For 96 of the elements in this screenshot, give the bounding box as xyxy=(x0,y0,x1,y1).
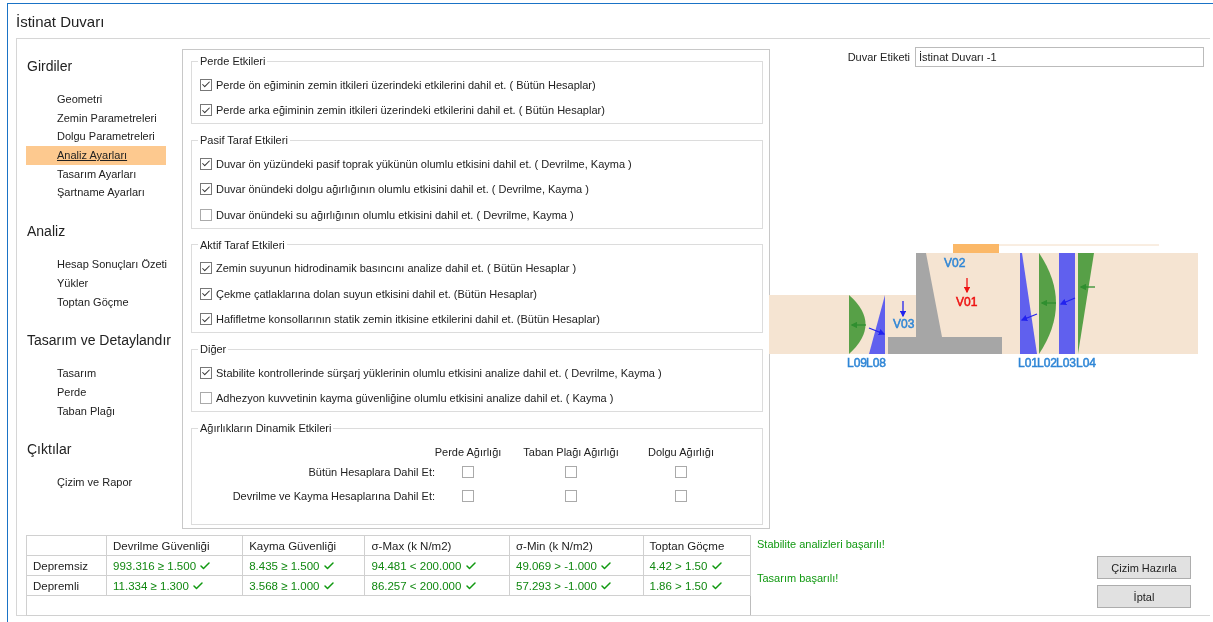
checkbox[interactable] xyxy=(675,490,687,502)
sidebar-item[interactable]: Hesap Sonuçları Özeti xyxy=(26,255,166,274)
checkbox[interactable] xyxy=(200,183,212,196)
load-arrow xyxy=(963,277,971,294)
wall-label-field[interactable]: İstinat Duvarı -1 xyxy=(915,47,1204,67)
load-label: L03 xyxy=(1056,356,1077,370)
group-legend: Perde Etkileri xyxy=(198,55,268,67)
load-label: L02 xyxy=(1037,356,1058,370)
result-value: 11.334 ≥ 1.300 xyxy=(113,579,189,592)
checkbox[interactable] xyxy=(200,366,212,379)
load-arrow xyxy=(899,300,907,318)
sidebar-heading: Tasarım ve Detaylandır xyxy=(26,332,172,349)
column-header: Perde Ağırlığı xyxy=(434,446,502,458)
load-label: L04 xyxy=(1076,356,1097,370)
sidebar-item[interactable]: Perde xyxy=(26,382,166,402)
sidebar-item[interactable]: Tasarım xyxy=(26,364,166,383)
sidebar-item[interactable]: Tasarım Ayarları xyxy=(26,164,166,184)
checkbox-label: Çekme çatlaklarına dolan suyun etkisini dahil et. (Bütün Hesaplar) xyxy=(216,287,537,300)
checkbox[interactable] xyxy=(675,466,687,478)
checkbox-label: Zemin suyunun hidrodinamik basıncını analize dahil et. ( Bütün Hesaplar ) xyxy=(216,262,577,275)
status-message: Tasarım başarılı! xyxy=(757,572,840,584)
load-label: L01 xyxy=(1018,356,1039,370)
sidebar-item[interactable]: Toptan Göçme xyxy=(26,292,166,312)
dialog-button[interactable]: İptal xyxy=(1097,585,1191,608)
window-title: İstinat Duvarı xyxy=(15,12,106,32)
checkbox[interactable] xyxy=(200,78,212,91)
column-header: Toptan Göçme xyxy=(643,535,751,556)
pressure-diagram xyxy=(849,295,866,354)
checkbox-label: Perde arka eğiminin zemin itkileri üzerindeki etkilerini dahil et. ( Bütün Hesaplar) xyxy=(216,104,605,117)
result-value: 94.481 < 200.000 xyxy=(371,559,462,572)
checkbox[interactable] xyxy=(462,466,474,478)
group-legend: Ağırlıkların Dinamik Etkileri xyxy=(198,422,334,434)
row-label: Bütün Hesaplara Dahil Et: xyxy=(307,466,436,478)
surcharge-load xyxy=(953,244,999,253)
checkbox-label: Duvar önündeki dolgu ağırlığının olumlu etkisini dahil et. ( Devrilme, Kayma ) xyxy=(216,183,589,196)
result-value: 4.42 > 1.50 xyxy=(649,559,708,572)
status-message: Stabilite analizleri başarılı! xyxy=(757,538,886,550)
checkbox[interactable] xyxy=(200,262,212,275)
load-arrow xyxy=(1059,297,1076,305)
load-label: V01 xyxy=(956,295,978,309)
sidebar-item[interactable]: Çizim ve Rapor xyxy=(26,473,166,492)
row-label: Devrilme ve Kayma Hesaplarına Dahil Et: xyxy=(231,490,436,502)
load-label: L08 xyxy=(866,356,887,370)
field-label: Duvar Etiketi xyxy=(847,51,910,63)
sidebar-item[interactable]: Geometri xyxy=(26,90,166,109)
checkbox-label: Duvar ön yüzündeki pasif toprak yükünün olumlu etkisini dahil et. ( Devrilme, Kayma ) xyxy=(216,157,632,170)
checkbox[interactable] xyxy=(200,157,212,170)
result-value: 8.435 ≥ 1.500 xyxy=(249,559,320,572)
checkbox[interactable] xyxy=(200,104,212,117)
sidebar-heading: Çıktılar xyxy=(26,441,73,458)
sidebar-item[interactable]: Analiz Ayarları xyxy=(26,146,166,165)
result-value: 3.568 ≥ 1.000 xyxy=(249,579,320,592)
pressure-diagram xyxy=(869,295,885,354)
checkbox[interactable] xyxy=(462,490,474,502)
checkbox[interactable] xyxy=(565,490,577,502)
sidebar-item[interactable]: Şartname Ayarları xyxy=(26,183,166,203)
load-arrow xyxy=(1040,299,1057,307)
group-legend: Aktif Taraf Etkileri xyxy=(198,238,287,251)
result-value: 86.257 < 200.000 xyxy=(371,579,462,592)
column-header: σ-Min (k N/m2) xyxy=(509,535,643,556)
result-value: 49.069 > -1.000 xyxy=(516,559,597,572)
checkbox[interactable] xyxy=(565,466,577,478)
result-value: 57.293 > -1.000 xyxy=(516,579,597,592)
checkbox-label: Hafifletme konsollarının statik zemin itkisine etkilerini dahil et. (Bütün Hesaplar) xyxy=(216,313,600,326)
load-arrow xyxy=(868,327,886,336)
sidebar-item[interactable]: Zemin Parametreleri xyxy=(26,108,166,128)
column-header: Kayma Güvenliği xyxy=(242,535,365,556)
checkbox-label: Duvar önündeki su ağırlığının olumlu etkisini dahil et. ( Devrilme, Kayma ) xyxy=(216,208,574,221)
checkbox[interactable] xyxy=(200,208,212,221)
column-header: Taban Plağı Ağırlığı xyxy=(523,446,619,458)
sidebar-item[interactable]: Dolgu Parametreleri xyxy=(26,127,166,147)
row-header: Depremsiz xyxy=(26,555,107,576)
sidebar-heading: Analiz xyxy=(26,223,67,240)
load-label: L09 xyxy=(847,356,868,370)
group-legend: Diğer xyxy=(198,343,229,355)
result-value: 993.316 ≥ 1.500 xyxy=(113,559,197,572)
load-arrow xyxy=(1079,283,1096,291)
column-header: σ-Max (k N/m2) xyxy=(365,535,510,556)
load-label: V03 xyxy=(893,317,915,331)
sidebar-item[interactable]: Yükler xyxy=(26,273,166,293)
result-value: 1.86 > 1.50 xyxy=(649,579,708,592)
dialog-button[interactable]: Çizim Hazırla xyxy=(1097,556,1191,579)
checkbox[interactable] xyxy=(200,313,212,326)
load-label: V02 xyxy=(944,256,966,270)
column-header: Dolgu Ağırlığı xyxy=(648,446,715,458)
row-header: Depremli xyxy=(26,575,107,596)
sidebar-heading: Girdiler xyxy=(26,58,74,74)
sidebar-item[interactable]: Taban Plağı xyxy=(26,401,166,421)
checkbox-label: Stabilite kontrollerinde sürşarj yüklerinin olumlu etkisini analize dahil et. ( Devrilme, Kayma ) xyxy=(216,366,662,379)
load-arrow xyxy=(1020,313,1038,322)
checkbox[interactable] xyxy=(200,392,212,405)
checkbox[interactable] xyxy=(200,287,212,300)
column-header: Devrilme Güvenliği xyxy=(106,535,243,556)
group-legend: Pasif Taraf Etkileri xyxy=(198,134,290,146)
checkbox-label: Perde ön eğiminin zemin itkileri üzerindeki etkilerini dahil et. ( Bütün Hesaplar) xyxy=(216,78,596,91)
checkbox-label: Adhezyon kuvvetinin kayma güvenliğine olumlu etkisini analize dahil et. ( Kayma ) xyxy=(216,392,614,405)
